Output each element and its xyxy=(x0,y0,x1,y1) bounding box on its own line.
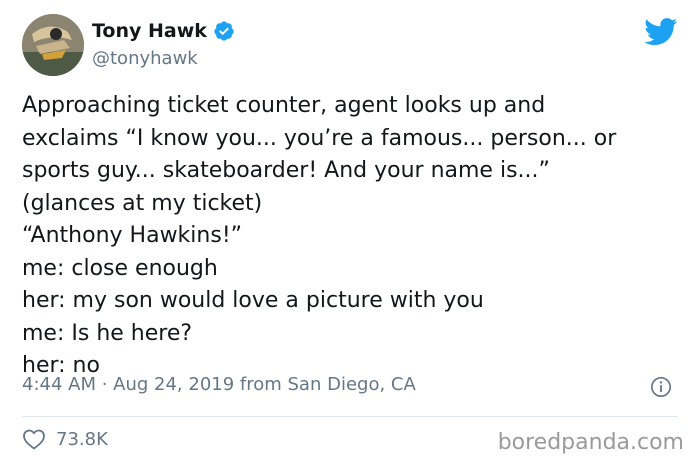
tweet-text-line: exclaims “I know you... you’re a famous.… xyxy=(22,125,617,151)
verified-badge-icon xyxy=(214,21,234,41)
author-handle[interactable]: @tonyhawk xyxy=(92,48,198,69)
like-button[interactable]: 73.8K xyxy=(22,428,108,450)
avatar-image xyxy=(22,14,84,76)
tweet-text-line: Approaching ticket counter, agent looks … xyxy=(22,93,546,118)
tweet-text-line: me: close enough xyxy=(22,255,218,281)
tweet-text-line: her: my son would love a picture with yo… xyxy=(22,288,484,313)
like-count: 73.8K xyxy=(56,428,108,450)
avatar[interactable] xyxy=(22,14,84,76)
tweet-text-line: me: Is he here? xyxy=(22,320,193,346)
tweet-text-line: “Anthony Hawkins!” xyxy=(22,223,243,248)
heart-icon xyxy=(23,429,45,450)
tweet-text-line: (glances at my ticket) xyxy=(22,190,263,216)
divider xyxy=(22,416,678,417)
watermark: boredpanda.com xyxy=(497,430,684,455)
twitter-bird-icon[interactable] xyxy=(644,18,678,46)
info-icon[interactable] xyxy=(650,376,672,398)
author-name-row[interactable]: Tony Hawk xyxy=(92,20,235,42)
tweet-text-line: sports guy... skateboarder! And your nam… xyxy=(22,158,550,183)
tweet-text: Approaching ticket counter, agent looks … xyxy=(22,90,687,383)
tweet-timestamp[interactable]: 4:44 AM · Aug 24, 2019 from San Diego, C… xyxy=(22,374,416,395)
author-display-name[interactable]: Tony Hawk xyxy=(92,20,207,42)
